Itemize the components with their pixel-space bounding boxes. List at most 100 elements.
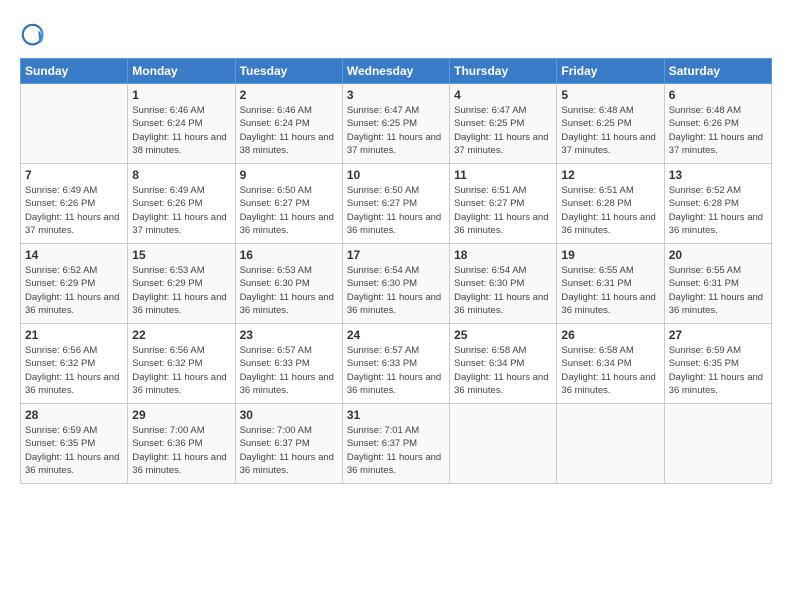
day-number: 10 [347,168,445,182]
day-cell: 16Sunrise: 6:53 AM Sunset: 6:30 PM Dayli… [235,244,342,324]
day-cell: 13Sunrise: 6:52 AM Sunset: 6:28 PM Dayli… [664,164,771,244]
header-cell-tuesday: Tuesday [235,59,342,84]
day-cell: 29Sunrise: 7:00 AM Sunset: 6:36 PM Dayli… [128,404,235,484]
day-cell: 30 Sunrise: 7:00 AM Sunset: 6:37 PM Dayli… [235,404,342,484]
day-number: 28 [25,408,123,422]
calendar-header: SundayMondayTuesdayWednesdayThursdayFrid… [21,59,772,84]
day-cell: 24 Sunrise: 6:57 AM Sunset: 6:33 PM Dayli… [342,324,449,404]
day-info: Sunrise: 6:56 AM Sunset: 6:32 PM Dayligh… [25,344,123,397]
day-cell: 14 Sunrise: 6:52 AM Sunset: 6:29 PM Dayli… [21,244,128,324]
calendar-body: 1 Sunrise: 6:46 AM Sunset: 6:24 PM Daylig… [21,84,772,484]
day-number: 4 [454,88,552,102]
day-cell: 27Sunrise: 6:59 AM Sunset: 6:35 PM Dayli… [664,324,771,404]
day-info: Sunrise: 6:55 AM Sunset: 6:31 PM Dayligh… [561,264,659,317]
day-number: 21 [25,328,123,342]
day-cell: 9 Sunrise: 6:50 AM Sunset: 6:27 PM Daylig… [235,164,342,244]
day-info: Sunrise: 7:01 AM Sunset: 6:37 PM Dayligh… [347,424,445,477]
day-info: Sunrise: 6:51 AM Sunset: 6:27 PM Dayligh… [454,184,552,237]
calendar-table: SundayMondayTuesdayWednesdayThursdayFrid… [20,58,772,484]
day-cell: 26 Sunrise: 6:58 AM Sunset: 6:34 PM Dayli… [557,324,664,404]
day-cell: 7Sunrise: 6:49 AM Sunset: 6:26 PM Daylig… [21,164,128,244]
week-row-2: 7Sunrise: 6:49 AM Sunset: 6:26 PM Daylig… [21,164,772,244]
day-cell: 11 Sunrise: 6:51 AM Sunset: 6:27 PM Dayli… [450,164,557,244]
day-info: Sunrise: 6:54 AM Sunset: 6:30 PM Dayligh… [347,264,445,317]
header-cell-monday: Monday [128,59,235,84]
day-cell: 19Sunrise: 6:55 AM Sunset: 6:31 PM Dayli… [557,244,664,324]
day-number: 22 [132,328,230,342]
day-info: Sunrise: 7:00 AM Sunset: 6:37 PM Dayligh… [240,424,338,477]
day-number: 12 [561,168,659,182]
day-number: 27 [669,328,767,342]
day-info: Sunrise: 6:53 AM Sunset: 6:29 PM Dayligh… [132,264,230,317]
day-info: Sunrise: 6:53 AM Sunset: 6:30 PM Dayligh… [240,264,338,317]
week-row-1: 1 Sunrise: 6:46 AM Sunset: 6:24 PM Daylig… [21,84,772,164]
day-cell: 3 Sunrise: 6:47 AM Sunset: 6:25 PM Daylig… [342,84,449,164]
day-info: Sunrise: 6:46 AM Sunset: 6:24 PM Dayligh… [240,104,338,157]
day-info: Sunrise: 6:50 AM Sunset: 6:27 PM Dayligh… [240,184,338,237]
day-info: Sunrise: 6:47 AM Sunset: 6:25 PM Dayligh… [347,104,445,157]
day-number: 6 [669,88,767,102]
day-number: 23 [240,328,338,342]
day-cell: 15 Sunrise: 6:53 AM Sunset: 6:29 PM Dayli… [128,244,235,324]
day-cell: 5Sunrise: 6:48 AM Sunset: 6:25 PM Daylig… [557,84,664,164]
day-number: 11 [454,168,552,182]
day-info: Sunrise: 6:57 AM Sunset: 6:33 PM Dayligh… [347,344,445,397]
day-cell: 4 Sunrise: 6:47 AM Sunset: 6:25 PM Daylig… [450,84,557,164]
day-info: Sunrise: 6:46 AM Sunset: 6:24 PM Dayligh… [132,104,230,157]
day-cell: 12 Sunrise: 6:51 AM Sunset: 6:28 PM Dayli… [557,164,664,244]
day-number: 3 [347,88,445,102]
day-cell: 28 Sunrise: 6:59 AM Sunset: 6:35 PM Dayli… [21,404,128,484]
day-info: Sunrise: 6:55 AM Sunset: 6:31 PM Dayligh… [669,264,767,317]
week-row-3: 14 Sunrise: 6:52 AM Sunset: 6:29 PM Dayli… [21,244,772,324]
day-number: 2 [240,88,338,102]
day-number: 25 [454,328,552,342]
day-number: 14 [25,248,123,262]
day-number: 8 [132,168,230,182]
day-info: Sunrise: 6:58 AM Sunset: 6:34 PM Dayligh… [454,344,552,397]
day-number: 24 [347,328,445,342]
day-cell: 25 Sunrise: 6:58 AM Sunset: 6:34 PM Dayli… [450,324,557,404]
day-cell [21,84,128,164]
day-number: 30 [240,408,338,422]
day-cell: 23Sunrise: 6:57 AM Sunset: 6:33 PM Dayli… [235,324,342,404]
day-number: 20 [669,248,767,262]
day-info: Sunrise: 6:47 AM Sunset: 6:25 PM Dayligh… [454,104,552,157]
day-info: Sunrise: 6:52 AM Sunset: 6:28 PM Dayligh… [669,184,767,237]
day-number: 29 [132,408,230,422]
day-cell: 1 Sunrise: 6:46 AM Sunset: 6:24 PM Daylig… [128,84,235,164]
header-cell-saturday: Saturday [664,59,771,84]
day-info: Sunrise: 6:54 AM Sunset: 6:30 PM Dayligh… [454,264,552,317]
day-cell: 10 Sunrise: 6:50 AM Sunset: 6:27 PM Dayli… [342,164,449,244]
day-cell: 6 Sunrise: 6:48 AM Sunset: 6:26 PM Daylig… [664,84,771,164]
header-cell-sunday: Sunday [21,59,128,84]
day-info: Sunrise: 6:48 AM Sunset: 6:26 PM Dayligh… [669,104,767,157]
page: SundayMondayTuesdayWednesdayThursdayFrid… [0,0,792,612]
day-info: Sunrise: 6:52 AM Sunset: 6:29 PM Dayligh… [25,264,123,317]
header-cell-friday: Friday [557,59,664,84]
day-info: Sunrise: 6:51 AM Sunset: 6:28 PM Dayligh… [561,184,659,237]
header-cell-wednesday: Wednesday [342,59,449,84]
day-cell: 17Sunrise: 6:54 AM Sunset: 6:30 PM Dayli… [342,244,449,324]
day-info: Sunrise: 6:50 AM Sunset: 6:27 PM Dayligh… [347,184,445,237]
day-info: Sunrise: 6:59 AM Sunset: 6:35 PM Dayligh… [25,424,123,477]
day-number: 1 [132,88,230,102]
header-cell-thursday: Thursday [450,59,557,84]
day-number: 9 [240,168,338,182]
day-cell: 2 Sunrise: 6:46 AM Sunset: 6:24 PM Daylig… [235,84,342,164]
logo-icon [20,22,48,50]
day-number: 15 [132,248,230,262]
header [20,18,772,50]
week-row-5: 28 Sunrise: 6:59 AM Sunset: 6:35 PM Dayli… [21,404,772,484]
logo [20,22,52,50]
day-cell: 31 Sunrise: 7:01 AM Sunset: 6:37 PM Dayli… [342,404,449,484]
day-info: Sunrise: 6:58 AM Sunset: 6:34 PM Dayligh… [561,344,659,397]
day-cell: 8Sunrise: 6:49 AM Sunset: 6:26 PM Daylig… [128,164,235,244]
header-row: SundayMondayTuesdayWednesdayThursdayFrid… [21,59,772,84]
day-number: 31 [347,408,445,422]
day-info: Sunrise: 6:48 AM Sunset: 6:25 PM Dayligh… [561,104,659,157]
day-number: 7 [25,168,123,182]
day-cell [664,404,771,484]
day-info: Sunrise: 6:56 AM Sunset: 6:32 PM Dayligh… [132,344,230,397]
day-cell [450,404,557,484]
day-number: 26 [561,328,659,342]
